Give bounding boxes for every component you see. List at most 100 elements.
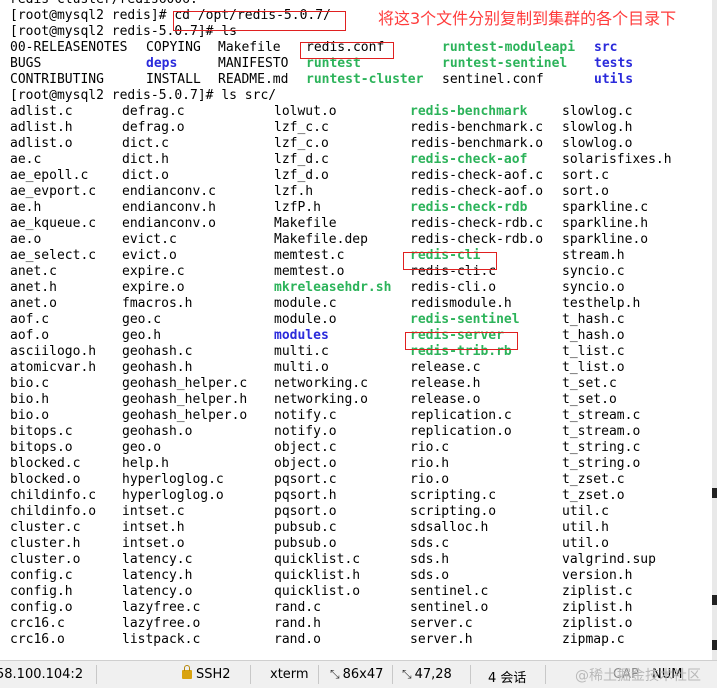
file-entry: pqsort.o [274,504,337,519]
status-terminal-type: xterm [270,667,309,682]
file-entry: slowlog.c [562,104,633,119]
file-entry: geo.c [122,312,162,327]
file-entry: bio.c [10,376,50,391]
file-entry: replication.c [410,408,512,423]
file-entry: asciilogo.h [10,344,97,359]
file-entry: lzf.h [274,184,314,199]
file-entry: dict.o [122,168,169,183]
file-entry: redis-cli.c [410,264,497,279]
file-entry: pubsub.o [274,536,337,551]
file-entry: rio.h [410,456,450,471]
file-entry: sentinel.o [410,600,489,615]
file-entry: redis-check-rdb [410,200,528,215]
file-entry: util.h [562,520,609,535]
file-entry: t_set.o [562,392,617,407]
file-entry: lzf_c.c [274,120,329,135]
file-entry: sparkline.c [562,200,649,215]
file-entry: pqsort.c [274,472,337,487]
file-entry: scripting.c [410,488,497,503]
file-entry: server.h [410,632,473,647]
file-entry: redis-sentinel [410,312,520,327]
file-entry: t_zset.c [562,472,625,487]
file-entry: childinfo.o [10,504,97,519]
watermark: @稀土掘金技术社区 [575,668,701,684]
file-entry: lazyfree.o [122,616,201,631]
status-sessions[interactable]: 4 会话 [488,667,526,686]
file-entry: hyperloglog.c [122,472,224,487]
file-entry: sentinel.conf [442,72,544,87]
file-entry: tests [594,56,634,71]
file-entry: syncio.c [562,264,625,279]
file-entry: rio.o [410,472,450,487]
file-entry: syncio.o [562,280,625,295]
file-entry: aof.o [10,328,50,343]
file-entry: lzfP.h [274,200,321,215]
file-entry: crc16.o [10,632,65,647]
file-entry: t_hash.c [562,312,625,327]
file-entry: release.h [410,376,481,391]
file-entry: sparkline.h [562,216,649,231]
file-entry: redismodule.h [410,296,512,311]
file-entry: aof.c [10,312,50,327]
file-entry: cluster.o [10,552,81,567]
file-entry: replication.o [410,424,512,439]
status-protocol: SSH2 [182,665,231,682]
file-entry: Makefile [274,216,337,231]
file-entry: anet.o [10,296,57,311]
file-entry: geohash.c [122,344,193,359]
file-entry: expire.c [122,264,185,279]
file-entry: ae.h [10,200,42,215]
file-entry: redis-check-rdb.o [410,232,544,247]
file-entry: utils [594,72,634,87]
file-entry: adlist.o [10,136,73,151]
file-entry: runtest [306,56,361,71]
file-entry: lzf_c.o [274,136,329,151]
file-entry: sort.o [562,184,609,199]
file-entry: blocked.c [10,456,81,471]
file-entry: valgrind.sup [562,552,656,567]
file-entry: runtest-cluster [306,72,424,87]
file-entry: slowlog.h [562,120,633,135]
file-entry: sentinel.c [410,584,489,599]
file-entry: intset.o [122,536,185,551]
file-entry: sds.h [410,552,450,567]
file-entry: module.o [274,312,337,327]
file-entry: t_list.o [562,360,625,375]
file-entry: sparkline.o [562,232,649,247]
file-entry: cluster.h [10,536,81,551]
file-entry: deps [146,56,178,71]
file-entry: config.o [10,600,73,615]
file-entry: listpack.c [122,632,201,647]
file-entry: redis-trib.rb [410,344,512,359]
file-entry: bitops.o [10,440,73,455]
file-entry: redis-check-rdb.c [410,216,544,231]
file-entry: redis-check-aof.o [410,184,544,199]
file-entry: adlist.c [10,104,73,119]
file-entry: evict.c [122,232,177,247]
file-entry: t_list.c [562,344,625,359]
file-entry: redis-check-aof.c [410,168,544,183]
file-entry: intset.c [122,504,185,519]
file-entry: notify.o [274,424,337,439]
file-entry: util.o [562,536,609,551]
status-size: ⤡ 86x47 [330,667,384,682]
file-entry: intset.h [122,520,185,535]
file-entry: quicklist.h [274,568,361,583]
file-entry: defrag.c [122,104,185,119]
terminal-line: redis-cluster/redis6006: [10,0,198,8]
file-entry: hyperloglog.o [122,488,224,503]
file-entry: redis-server [410,328,504,343]
file-entry: adlist.h [10,120,73,135]
file-entry: atomicvar.h [10,360,97,375]
file-entry: multi.o [274,360,329,375]
file-entry: defrag.o [122,120,185,135]
file-entry: ziplist.c [562,584,633,599]
file-entry: COPYING [146,40,201,55]
terminal-screen[interactable]: redis-cluster/redis6006:[root@mysql2 red… [0,0,712,660]
lock-icon [182,665,192,679]
file-entry: t_string.o [562,456,641,471]
file-entry: stream.h [562,248,625,263]
file-entry: pubsub.c [274,520,337,535]
file-entry: geohash_helper.o [122,408,248,423]
file-entry: geo.o [122,440,162,455]
